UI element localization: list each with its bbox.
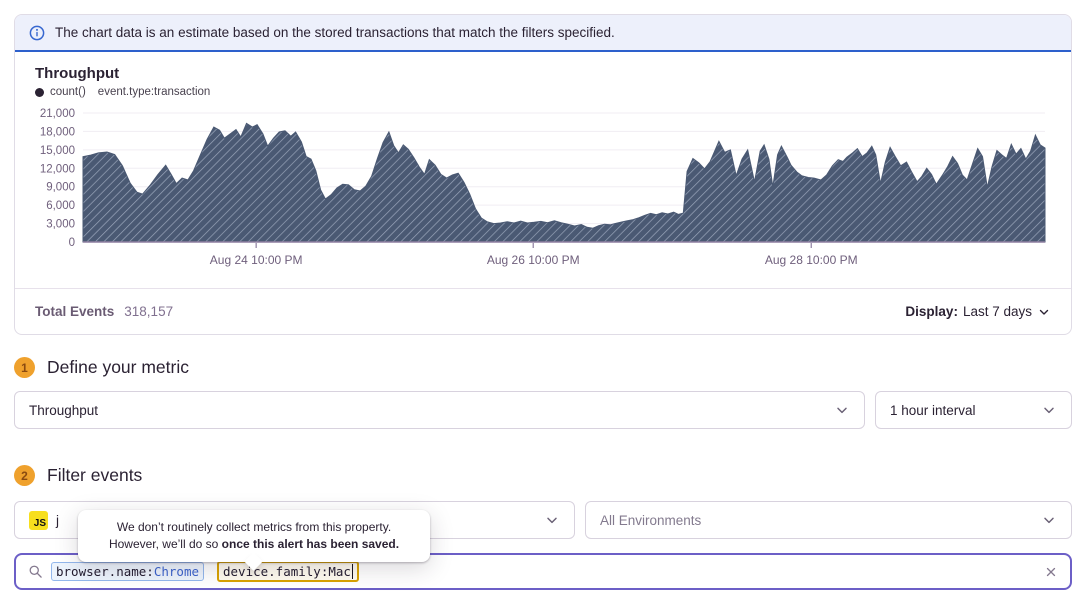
info-icon xyxy=(29,25,45,41)
step2-heading: 2 Filter events xyxy=(14,465,1072,486)
text-cursor xyxy=(352,564,354,579)
chart-card-footer: Total Events 318,157 Display: Last 7 day… xyxy=(15,288,1071,334)
chart-legend: count() event.type:transaction xyxy=(35,86,1051,98)
filter-token-device-family[interactable]: device.family:Mac xyxy=(217,561,359,582)
interval-select[interactable]: 1 hour interval xyxy=(875,391,1072,429)
y-axis-tick-label: 18,000 xyxy=(40,126,75,138)
alert-builder-page: The chart data is an estimate based on t… xyxy=(0,0,1086,602)
x-axis-tick-label: Aug 26 10:00 PM xyxy=(487,253,580,267)
step1-number-badge: 1 xyxy=(14,357,35,378)
display-value: Last 7 days xyxy=(963,304,1032,319)
step1-title: Define your metric xyxy=(47,357,189,378)
chart-title: Throughput xyxy=(35,65,1051,82)
chart-section: Throughput count() event.type:transactio… xyxy=(15,52,1071,288)
y-axis-tick-label: 3,000 xyxy=(46,219,75,231)
legend-query-label: event.type:transaction xyxy=(98,86,211,98)
y-axis-tick-label: 15,000 xyxy=(40,145,75,157)
y-axis-tick-label: 21,000 xyxy=(40,108,75,120)
filter-token-browser-name[interactable]: browser.name:Chrome xyxy=(51,562,204,581)
javascript-platform-icon: JS xyxy=(29,511,48,530)
x-axis-tick-label: Aug 28 10:00 PM xyxy=(765,253,858,267)
display-period-dropdown[interactable]: Display: Last 7 days xyxy=(905,304,1051,319)
info-banner: The chart data is an estimate based on t… xyxy=(15,15,1071,52)
metric-select-value: Throughput xyxy=(29,403,98,418)
throughput-area-series xyxy=(83,123,1045,242)
chevron-down-icon xyxy=(1041,402,1057,418)
interval-select-value: 1 hour interval xyxy=(890,403,976,418)
tooltip-line2-bold: once this alert has been saved. xyxy=(222,537,399,551)
project-select-value: j xyxy=(56,513,59,528)
y-axis-tick-label: 12,000 xyxy=(40,163,75,175)
chevron-down-icon xyxy=(544,512,560,528)
metric-row: Throughput 1 hour interval xyxy=(14,391,1072,429)
info-banner-text: The chart data is an estimate based on t… xyxy=(55,25,615,40)
total-events-value: 318,157 xyxy=(124,304,173,319)
tooltip-line2: However, we’ll do so once this alert has… xyxy=(90,536,418,553)
display-label: Display: xyxy=(905,304,958,319)
step1-heading: 1 Define your metric xyxy=(14,357,1072,378)
y-axis-tick-label: 9,000 xyxy=(46,182,75,194)
legend-series-label: count() xyxy=(50,86,86,98)
environment-select[interactable]: All Environments xyxy=(585,501,1072,539)
throughput-chart: 0 3,000 6,000 9,000 12,000 15,000 18,000 21,000… xyxy=(35,98,1051,270)
chevron-down-icon xyxy=(1037,305,1051,319)
step2-title: Filter events xyxy=(47,465,142,486)
total-events-label: Total Events xyxy=(35,304,114,319)
legend-dot-icon xyxy=(35,88,44,97)
token-value: Chrome xyxy=(154,564,199,579)
metric-select[interactable]: Throughput xyxy=(14,391,865,429)
environment-select-value: All Environments xyxy=(600,513,701,528)
tooltip-line1: We don’t routinely collect metrics from … xyxy=(90,519,418,536)
x-axis-tick-label: Aug 24 10:00 PM xyxy=(210,253,303,267)
clear-search-button[interactable] xyxy=(1044,565,1058,579)
y-axis-tick-label: 0 xyxy=(69,237,75,249)
y-axis-tick-label: 6,000 xyxy=(46,200,75,212)
search-icon xyxy=(28,564,43,579)
chevron-down-icon xyxy=(834,402,850,418)
token-key: browser.name: xyxy=(56,564,154,579)
close-icon xyxy=(1044,565,1058,579)
step2-number-badge: 2 xyxy=(14,465,35,486)
chart-card: The chart data is an estimate based on t… xyxy=(14,14,1072,335)
token-text: device.family:Mac xyxy=(223,564,351,579)
property-tooltip: We don’t routinely collect metrics from … xyxy=(78,510,430,562)
chevron-down-icon xyxy=(1041,512,1057,528)
